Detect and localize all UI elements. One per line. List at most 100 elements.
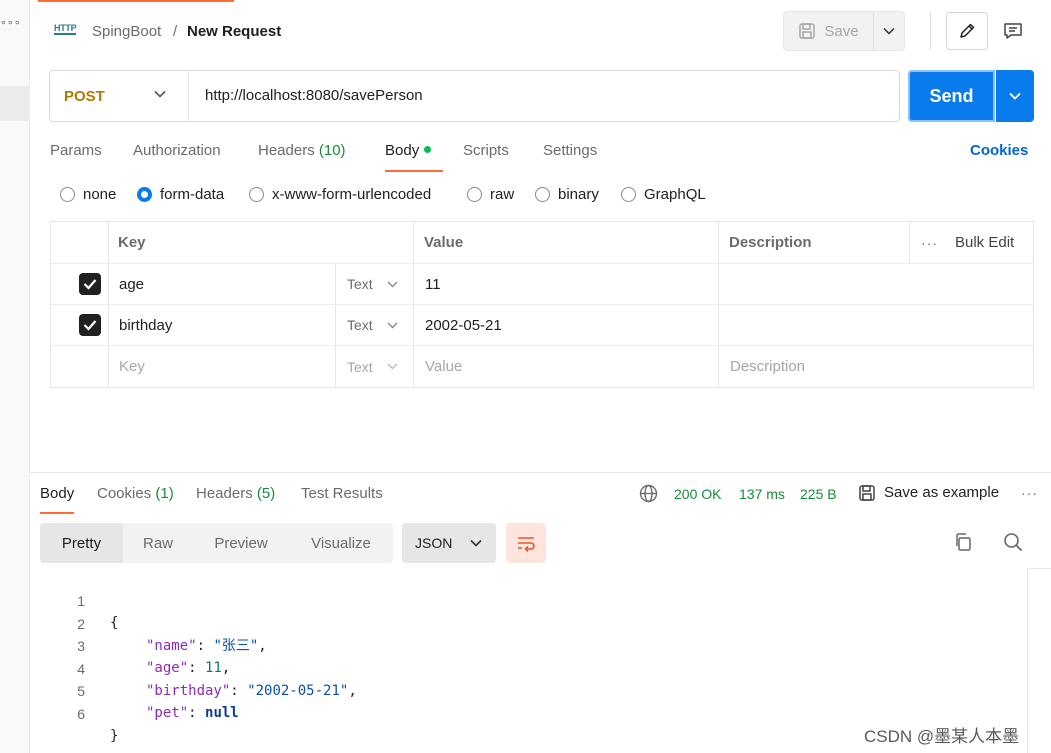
type-select[interactable]: Text bbox=[347, 264, 398, 304]
globe-icon[interactable] bbox=[639, 484, 658, 503]
new-value-input[interactable]: Value bbox=[425, 346, 462, 387]
tab-count: (5) bbox=[256, 485, 276, 502]
tab-label: Cookies bbox=[97, 485, 152, 502]
json-string-value: "2002-05-21" bbox=[247, 682, 349, 699]
value-cell[interactable]: 11 bbox=[425, 264, 441, 304]
form-data-table: Key Value Description ··· Bulk Edit age … bbox=[50, 221, 1034, 388]
tab-headers[interactable]: Headers (10) bbox=[258, 141, 346, 161]
comment-icon bbox=[1004, 23, 1022, 39]
json-number-value: 11 bbox=[205, 660, 222, 676]
response-divider[interactable] bbox=[30, 472, 1051, 473]
column-divider bbox=[718, 305, 719, 345]
chevron-down-icon bbox=[883, 27, 895, 35]
type-label: Text bbox=[347, 317, 373, 333]
comments-button[interactable] bbox=[992, 12, 1034, 50]
column-divider bbox=[718, 222, 719, 263]
code-line: 6 } bbox=[40, 681, 118, 744]
format-visualize[interactable]: Visualize bbox=[289, 523, 393, 563]
column-divider bbox=[413, 346, 414, 387]
code-line: 3 "age": 11, bbox=[40, 613, 230, 676]
type-select[interactable]: Text bbox=[347, 346, 398, 387]
sidebar-more-icon[interactable]: ∘∘∘ bbox=[0, 16, 21, 29]
status-code[interactable]: 200 OK bbox=[674, 484, 721, 504]
save-button[interactable]: Save bbox=[784, 12, 874, 50]
new-key-input[interactable]: Key bbox=[119, 346, 145, 387]
wrap-lines-button[interactable] bbox=[506, 523, 546, 563]
radio-graphql[interactable]: GraphQL bbox=[621, 186, 706, 203]
column-divider bbox=[413, 222, 414, 263]
save-as-example-button[interactable]: Save as example bbox=[858, 483, 999, 503]
radio-none[interactable]: none bbox=[60, 186, 116, 203]
format-preview[interactable]: Preview bbox=[193, 523, 289, 563]
format-pretty[interactable]: Pretty bbox=[40, 523, 123, 563]
tab-settings[interactable]: Settings bbox=[543, 141, 597, 161]
search-icon[interactable] bbox=[1003, 532, 1023, 552]
tab-count: (10) bbox=[318, 142, 346, 159]
column-header-key: Key bbox=[118, 234, 146, 251]
breadcrumb-request-name[interactable]: New Request bbox=[187, 22, 281, 42]
save-icon bbox=[859, 485, 875, 501]
tab-body[interactable]: Body bbox=[385, 141, 444, 172]
response-tab-cookies[interactable]: Cookies (1) bbox=[97, 484, 174, 504]
response-tab-headers[interactable]: Headers (5) bbox=[196, 484, 275, 504]
more-options-icon[interactable]: ··· bbox=[1021, 485, 1038, 501]
send-dropdown-button[interactable] bbox=[996, 70, 1034, 122]
value-cell[interactable]: 2002-05-21 bbox=[425, 305, 502, 345]
tab-authorization[interactable]: Authorization bbox=[133, 141, 221, 161]
radio-label: GraphQL bbox=[644, 186, 706, 203]
cookies-link[interactable]: Cookies bbox=[970, 141, 1028, 161]
tab-label: Scripts bbox=[463, 142, 509, 159]
sidebar-selected-item[interactable] bbox=[0, 86, 30, 121]
send-button[interactable]: Send bbox=[908, 70, 995, 122]
breadcrumb-collection[interactable]: SpingBoot bbox=[92, 22, 161, 42]
response-tab-body[interactable]: Body bbox=[40, 484, 75, 514]
more-options-icon[interactable]: ··· bbox=[921, 222, 938, 263]
key-cell[interactable]: birthday bbox=[119, 305, 172, 345]
radio-circle bbox=[621, 187, 636, 202]
code-scrollbar-track[interactable] bbox=[1027, 568, 1028, 753]
check-icon bbox=[83, 279, 97, 290]
response-tab-test-results[interactable]: Test Results bbox=[301, 484, 383, 504]
tab-label: Headers bbox=[196, 485, 253, 502]
tab-params[interactable]: Params bbox=[50, 141, 102, 161]
body-active-dot bbox=[424, 146, 432, 153]
edit-button[interactable] bbox=[946, 12, 988, 50]
column-divider bbox=[108, 346, 109, 387]
left-sidebar-strip: ∘∘∘ bbox=[0, 0, 30, 753]
row-checkbox[interactable] bbox=[79, 264, 101, 304]
radio-x-www-form-urlencoded[interactable]: x-www-form-urlencoded bbox=[249, 186, 431, 203]
code-text: { bbox=[110, 615, 119, 631]
new-description-input[interactable]: Description bbox=[730, 346, 805, 387]
radio-binary[interactable]: binary bbox=[535, 186, 599, 203]
radio-label: binary bbox=[558, 186, 599, 203]
radio-raw[interactable]: raw bbox=[467, 186, 514, 203]
radio-form-data[interactable]: form-data bbox=[137, 186, 224, 203]
format-raw[interactable]: Raw bbox=[123, 523, 193, 563]
copy-icon[interactable] bbox=[953, 532, 973, 552]
method-select[interactable]: POST bbox=[50, 71, 189, 121]
response-time[interactable]: 137 ms bbox=[739, 484, 785, 504]
bulk-edit-button[interactable]: Bulk Edit bbox=[955, 222, 1014, 263]
type-select[interactable]: Text bbox=[347, 305, 398, 345]
column-divider bbox=[335, 305, 336, 345]
chevron-down-icon bbox=[387, 322, 398, 328]
code-text: } bbox=[110, 727, 119, 744]
line-number: 6 bbox=[77, 705, 85, 722]
watermark: CSDN @墨某人本墨 bbox=[864, 727, 1020, 746]
tab-scripts[interactable]: Scripts bbox=[463, 141, 509, 161]
chevron-down-icon bbox=[154, 90, 166, 98]
method-label: POST bbox=[64, 87, 105, 105]
tab-label: Settings bbox=[543, 142, 598, 159]
json-key: "birthday" bbox=[146, 682, 231, 699]
url-input[interactable]: http://localhost:8080/savePerson bbox=[205, 87, 423, 104]
language-select[interactable]: JSON bbox=[402, 523, 496, 563]
key-cell[interactable]: age bbox=[119, 264, 144, 304]
save-icon bbox=[799, 23, 816, 39]
column-divider bbox=[413, 264, 414, 304]
type-label: Text bbox=[347, 276, 373, 292]
language-label: JSON bbox=[415, 535, 453, 551]
row-checkbox[interactable] bbox=[79, 305, 101, 345]
radio-circle bbox=[467, 187, 482, 202]
save-dropdown-button[interactable] bbox=[874, 12, 904, 50]
response-size[interactable]: 225 B bbox=[800, 484, 837, 504]
